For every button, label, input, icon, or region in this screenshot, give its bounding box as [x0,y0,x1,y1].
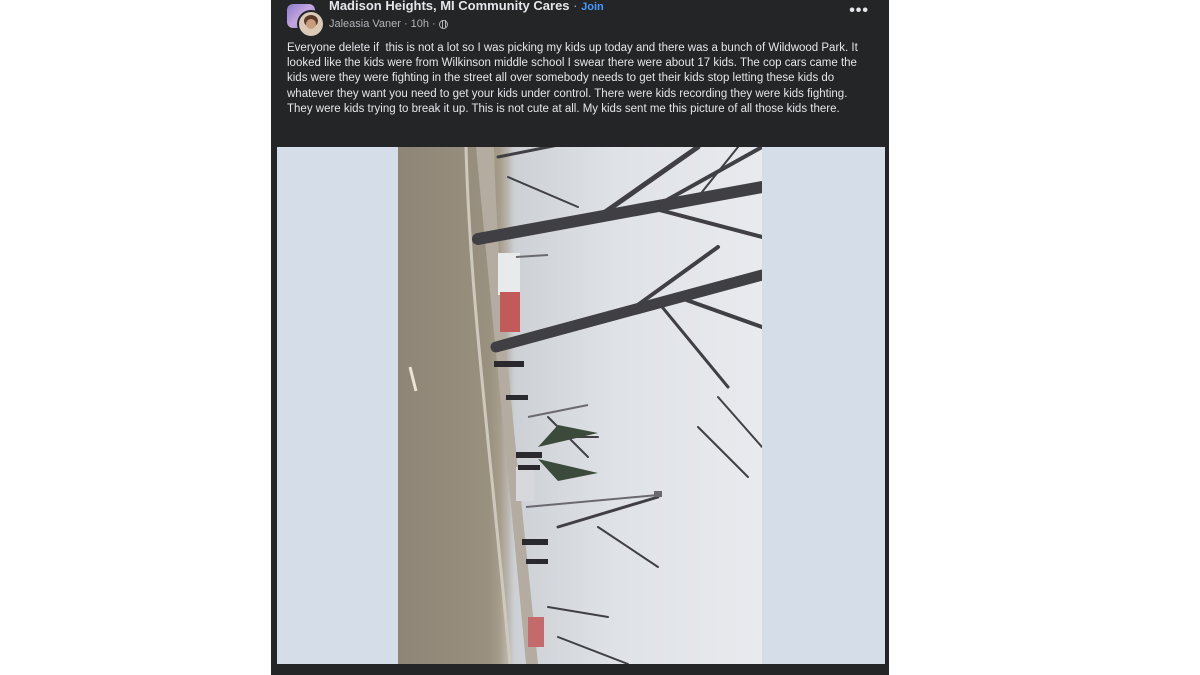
author-avatar[interactable] [297,10,325,38]
post-photo[interactable] [398,147,762,664]
post-timestamp[interactable]: 10h [411,18,429,30]
meta-separator: · [403,18,408,30]
post-footer-divider [271,664,889,675]
author-name-link[interactable]: Jaleasia Vaner [329,18,401,30]
meta-separator-2: · [431,18,436,30]
facebook-post-card: Madison Heights, MI Community Cares · Jo… [271,0,889,675]
post-media-container[interactable] [277,147,885,664]
group-name-link[interactable]: Madison Heights, MI Community Cares [329,0,570,13]
globe-icon [438,19,448,29]
photo-scene [408,147,762,664]
post-body-text: Everyone delete if this is not a lot so … [287,42,862,115]
header-separator: · [569,0,582,13]
more-options-icon[interactable]: ••• [849,2,869,20]
post-header-group: Madison Heights, MI Community Cares · Jo… [329,0,604,13]
join-group-button[interactable]: Join [581,1,604,13]
post-meta: Jaleasia Vaner · 10h · [329,18,448,30]
